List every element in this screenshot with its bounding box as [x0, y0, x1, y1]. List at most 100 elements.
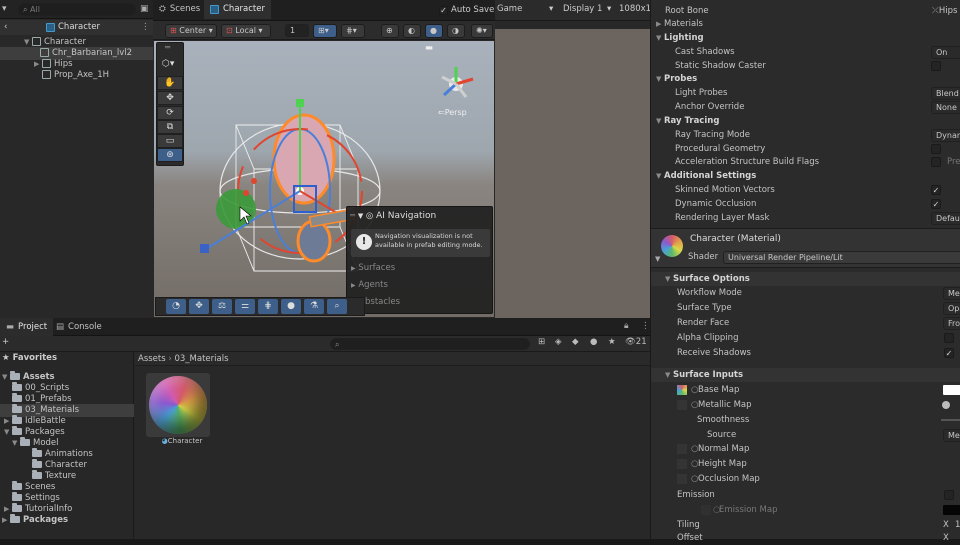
breadcrumb-current[interactable]: 03_Materials [174, 354, 228, 364]
emission-color-swatch[interactable] [943, 505, 960, 515]
emission-checkbox[interactable] [944, 490, 954, 500]
drag-handle-icon[interactable]: ═ [165, 43, 170, 53]
shader-dropdown[interactable]: Universal Render Pipeline/Lit [723, 251, 960, 264]
favorite-star-icon[interactable]: ★ [608, 337, 616, 347]
expand-arrow-icon[interactable]: ▼ [4, 426, 12, 439]
search-by-type-icon[interactable]: ⊞ [538, 337, 545, 347]
occlusion-map-thumbnail[interactable] [677, 474, 687, 484]
section-materials[interactable]: ▶ Materials [651, 17, 960, 31]
static-shadow-caster-checkbox[interactable] [931, 61, 941, 71]
tab-console[interactable]: ▤ Console [50, 318, 108, 336]
orientation-gizmo-button[interactable]: ⊕ [381, 24, 399, 38]
search-by-log-icon[interactable]: ◆ [572, 337, 579, 347]
surface-inputs-header[interactable]: ▼ Surface Inputs [651, 368, 960, 382]
source-dropdown[interactable]: Met [943, 429, 960, 442]
scene-header[interactable]: ‹ Character ⋮ [0, 20, 153, 35]
pivot-local-dropdown[interactable]: ⊡ Local ▾ [221, 24, 271, 38]
collapse-arrow-icon[interactable]: ▶ [2, 514, 10, 527]
info-icon[interactable]: ● [590, 337, 597, 347]
auto-save-checkbox[interactable]: ✓ [439, 5, 448, 15]
scale-tool-icon[interactable]: ⧉ [157, 120, 183, 134]
favorites-item[interactable]: ★ Favorites [2, 352, 57, 365]
light-probes-dropdown[interactable]: Blend P [931, 87, 960, 100]
render-face-dropdown[interactable]: Fro [943, 317, 960, 330]
layers-icon[interactable]: ⚌ [235, 299, 255, 314]
workflow-mode-dropdown[interactable]: Met [943, 287, 960, 300]
overlay-item-agents[interactable]: ▶ Agents [351, 280, 388, 290]
rotate-tool-icon[interactable]: ⟳ [157, 106, 183, 120]
collapse-arrow-icon[interactable]: ▼ [358, 212, 363, 220]
ray-tracing-mode-dropdown[interactable]: Dynam [931, 129, 960, 142]
build-flags-checkbox[interactable] [931, 157, 941, 167]
search-icon[interactable]: ⌕ [327, 299, 347, 314]
hierarchy-item[interactable]: Prop_Axe_1H [42, 69, 153, 82]
base-map-thumbnail[interactable] [677, 385, 687, 395]
skinned-motion-vectors-checkbox[interactable]: ✓ [931, 185, 941, 195]
add-icon[interactable]: ▾ [2, 4, 7, 14]
smoothness-slider-track[interactable] [941, 419, 960, 421]
more-options-icon[interactable]: ⋮ [641, 321, 650, 331]
transform-tool-icon[interactable]: ⊛ [157, 148, 183, 162]
back-arrow-icon[interactable]: ‹ [4, 20, 7, 35]
add-icon[interactable]: + [2, 337, 9, 347]
grid-visibility-button[interactable]: ⋕▾ [341, 24, 365, 38]
tab-scenes[interactable]: ⛭ Scenes [153, 0, 206, 19]
section-additional-settings[interactable]: ▼ Additional Settings [651, 169, 960, 183]
breadcrumb-root[interactable]: Assets [138, 354, 166, 364]
hierarchy-search-input[interactable]: ⌕ All [18, 3, 136, 16]
game-viewport[interactable] [495, 29, 650, 318]
tree-item-packages[interactable]: ▶ Packages [2, 514, 68, 527]
root-bone-field[interactable]: ⤫Hips [932, 4, 957, 18]
grid-tool-icon[interactable]: ⋕ [258, 299, 278, 314]
shaded-button[interactable]: ● [425, 24, 443, 38]
project-search-input[interactable]: ⌕ [330, 338, 530, 350]
dynamic-occlusion-checkbox[interactable]: ✓ [931, 199, 941, 209]
procedural-geometry-checkbox[interactable] [931, 144, 941, 154]
alpha-clipping-checkbox[interactable] [944, 333, 954, 343]
drag-handle-icon[interactable]: ═ [350, 211, 355, 221]
tiling-x-value[interactable]: 1 [955, 518, 960, 532]
ai-navigation-header[interactable]: ═ ▼ ◎ AI Navigation [347, 209, 492, 223]
surface-options-header[interactable]: ▼ Surface Options [651, 272, 960, 286]
surface-type-dropdown[interactable]: Opa [943, 302, 960, 315]
section-probes[interactable]: ▼ Probes [651, 72, 960, 86]
auto-save-toggle[interactable]: ✓ Auto Save [439, 5, 494, 15]
section-ray-tracing[interactable]: ▼ Ray Tracing [651, 114, 960, 128]
view-options-icon[interactable]: ⬡▾ [162, 59, 174, 69]
material-fold-icon[interactable]: ▼ [655, 255, 660, 263]
persp-label[interactable]: ⇐Persp [438, 108, 467, 117]
search-by-label-icon[interactable]: ◈ [555, 337, 562, 347]
tab-character[interactable]: Character [204, 0, 271, 19]
emission-map-thumbnail[interactable] [701, 505, 711, 515]
physics-icon[interactable]: ⚖ [212, 299, 232, 314]
height-map-thumbnail[interactable] [677, 459, 687, 469]
overlay-item-surfaces[interactable]: ▶ Surfaces [351, 263, 395, 273]
overlay-menu-icon[interactable]: ▬ [425, 43, 433, 53]
effects-button[interactable]: ✺▾ [471, 24, 493, 38]
scene-orientation-gizmo[interactable] [441, 67, 474, 98]
cast-shadows-dropdown[interactable]: On [931, 46, 960, 59]
collapse-arrow-icon[interactable]: ▶ [34, 58, 42, 71]
section-lighting[interactable]: ▼ Lighting [651, 31, 960, 45]
asset-tile[interactable]: ◕Character [146, 373, 210, 447]
anchor-override-field[interactable]: None ( [931, 101, 960, 114]
grid-size-field[interactable]: 1 [285, 24, 309, 37]
rendering-layer-mask-dropdown[interactable]: Defaul [931, 212, 960, 225]
probe-icon[interactable]: ⚗ [304, 299, 324, 314]
filter-icon[interactable]: ▣ [140, 4, 149, 14]
tab-project[interactable]: ▬ Project [0, 318, 54, 336]
expand-arrow-icon[interactable]: ▼ [2, 371, 10, 384]
sphere-icon[interactable]: ● [281, 299, 301, 314]
hidden-packages-toggle[interactable]: 👁︎21 [625, 337, 647, 347]
normal-map-thumbnail[interactable] [677, 444, 687, 454]
rect-tool-icon[interactable]: ▭ [157, 134, 183, 148]
receive-shadows-checkbox[interactable]: ✓ [944, 348, 954, 358]
more-options-icon[interactable]: ⋮ [141, 20, 150, 35]
base-color-swatch[interactable] [943, 385, 960, 395]
display-dropdown[interactable]: Display 1 ▾ [563, 4, 615, 14]
metallic-slider-handle[interactable] [942, 401, 950, 409]
lock-icon[interactable]: 🔒︎ [624, 321, 629, 331]
pivot-center-dropdown[interactable]: ⊞ Center ▾ [165, 24, 217, 38]
metallic-map-thumbnail[interactable] [677, 400, 687, 410]
game-view-dropdown[interactable]: Game ▾ [497, 4, 555, 14]
